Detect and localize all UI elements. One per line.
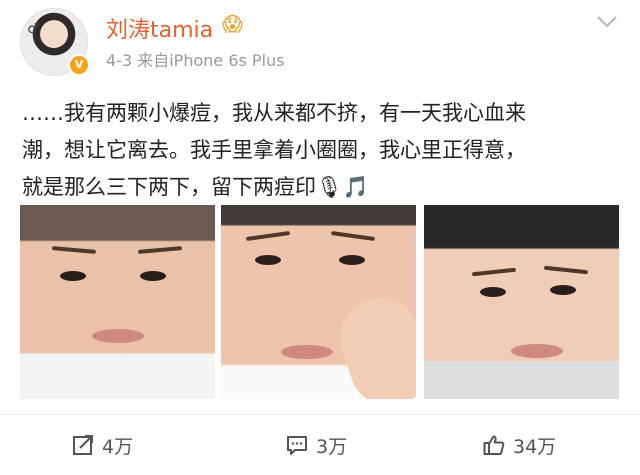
divider (0, 414, 640, 415)
lips (281, 345, 333, 359)
photo-2[interactable] (221, 205, 416, 399)
author-name[interactable]: 刘涛tamia (106, 12, 213, 44)
lips (92, 329, 144, 343)
shocked-face-emoji-icon: 😱 (222, 12, 243, 36)
eyebrow (51, 246, 97, 254)
comment-button[interactable]: 3万 (286, 427, 347, 463)
eyebrow (471, 267, 517, 277)
photo-1[interactable] (20, 205, 215, 399)
lips (511, 344, 563, 358)
eye (339, 255, 365, 265)
eye (140, 271, 166, 281)
post-text-line: 就是那么三下两下，留下两痘印🎙🎵 (22, 175, 369, 199)
eyebrow (137, 246, 183, 254)
thumbs-up-icon (483, 435, 505, 455)
eye (255, 255, 281, 265)
like-count: 34万 (513, 435, 557, 458)
comment-count: 3万 (316, 435, 348, 458)
eye (480, 287, 506, 297)
repost-icon (73, 435, 93, 455)
post-date: 4-3 (106, 51, 133, 70)
eye (60, 271, 86, 281)
photo-grid (20, 205, 620, 399)
repost-button[interactable]: 4万 (72, 427, 133, 463)
eye (550, 285, 576, 295)
like-button[interactable]: 34万 (483, 427, 556, 463)
repost-count: 4万 (102, 435, 134, 458)
photo-3[interactable] (424, 205, 619, 399)
action-bar: 4万 3万 34万 (0, 420, 640, 470)
post-header: ♂ V 刘涛tamia 😱 4-3 来自iPhone 6s Plus (0, 0, 640, 88)
post-source: 来自iPhone 6s Plus (137, 51, 285, 70)
post-text: ……我有两颗小爆痘，我从来都不挤，有一天我心血来 潮，想让它离去。我手里拿着小圈… (22, 95, 622, 206)
eyebrow (245, 230, 291, 242)
post-text-line: ……我有两颗小爆痘，我从来都不挤，有一天我心血来 (22, 101, 526, 125)
eyebrow (543, 265, 589, 275)
hand (329, 287, 416, 399)
avatar-logo-mark: ♂ (27, 21, 40, 37)
post-meta: 4-3 来自iPhone 6s Plus (106, 47, 285, 71)
post-text-line: 潮，想让它离去。我手里拿着小圈圈，我心里正得意， (22, 138, 526, 162)
comment-icon (287, 436, 307, 455)
verified-badge-icon: V (68, 54, 90, 76)
chevron-down-icon[interactable] (596, 14, 618, 30)
eyebrow (330, 230, 376, 242)
